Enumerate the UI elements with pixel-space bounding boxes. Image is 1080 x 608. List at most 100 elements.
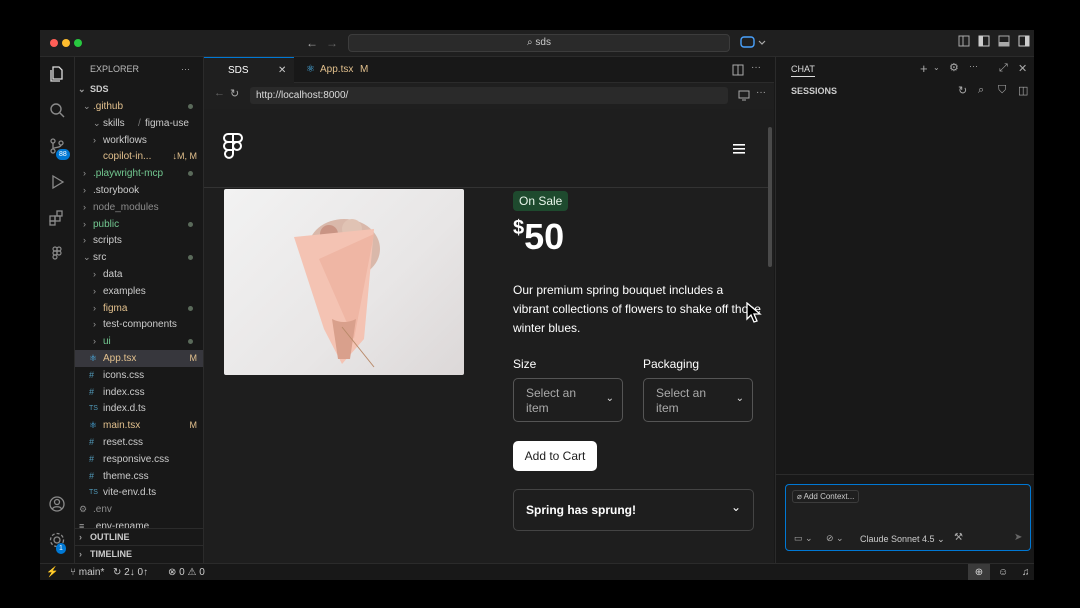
- close-tab-icon[interactable]: ✕: [278, 58, 286, 83]
- model-label: Claude Sonnet 4.5: [860, 534, 935, 544]
- search-icon[interactable]: [47, 101, 67, 121]
- status-dot: [188, 255, 193, 261]
- tree-item[interactable]: › workflows: [75, 132, 203, 149]
- tree-item[interactable]: › node_modules: [75, 199, 203, 216]
- size-select[interactable]: Select an item ⌄: [513, 378, 623, 422]
- copilot-status-icon[interactable]: ☺: [998, 564, 1008, 580]
- close-window-button[interactable]: [50, 39, 58, 47]
- send-icon[interactable]: ➤: [1014, 532, 1022, 543]
- tree-item[interactable]: › .storybook: [75, 182, 203, 199]
- more-actions-icon[interactable]: ···: [751, 62, 761, 73]
- outline-section[interactable]: › OUTLINE: [75, 528, 203, 546]
- tree-item[interactable]: # theme.css: [75, 468, 203, 485]
- settings-gear-icon[interactable]: ⚙: [949, 61, 959, 74]
- maximize-icon[interactable]: ⤢: [999, 62, 1008, 75]
- tree-item[interactable]: › test-components: [75, 316, 203, 333]
- tab-app-tsx[interactable]: ⚛ App.tsx M: [296, 57, 396, 82]
- zoom-icon[interactable]: ⊕: [968, 564, 990, 580]
- notifications-bell-icon[interactable]: ♫: [1022, 564, 1030, 580]
- workspace-root[interactable]: ⌄ SDS: [75, 81, 203, 98]
- command-center-search[interactable]: ⌕ sds: [348, 34, 730, 52]
- more-actions-icon[interactable]: ···: [756, 87, 766, 98]
- more-actions-icon[interactable]: ···: [181, 57, 190, 81]
- tree-item[interactable]: ⚛ App.tsx M: [75, 350, 203, 367]
- toggle-secondary-sidebar-icon[interactable]: [1018, 35, 1030, 51]
- back-arrow-icon[interactable]: ←: [214, 87, 225, 99]
- toggle-sidebar-icon[interactable]: ◫: [1018, 84, 1028, 97]
- forward-arrow-icon[interactable]: →: [326, 35, 338, 51]
- minimize-window-button[interactable]: [62, 39, 70, 47]
- extensions-icon[interactable]: [47, 209, 67, 229]
- reload-icon[interactable]: ↻: [230, 87, 239, 100]
- chevron-down-icon: ⌄: [83, 101, 91, 111]
- tree-item[interactable]: › figma: [75, 300, 203, 317]
- maximize-window-button[interactable]: [74, 39, 82, 47]
- tree-item[interactable]: › .playwright-mcp: [75, 165, 203, 182]
- customize-layout-icon[interactable]: [958, 35, 970, 51]
- tree-item[interactable]: › examples: [75, 283, 203, 300]
- more-actions-icon[interactable]: ···: [969, 61, 978, 71]
- tree-item[interactable]: ⚙ .env: [75, 501, 203, 518]
- accordion-spring[interactable]: Spring has sprung! ⌄: [513, 489, 754, 531]
- tree-item[interactable]: # reset.css: [75, 434, 203, 451]
- back-arrow-icon[interactable]: ←: [306, 35, 318, 51]
- branch-indicator[interactable]: ⑂ main*: [70, 564, 104, 580]
- chevron-down-icon[interactable]: ⌄: [933, 63, 940, 72]
- explorer-icon[interactable]: [47, 65, 67, 85]
- tree-item[interactable]: ⌄ skills / figma-use: [75, 115, 203, 132]
- new-chat-icon[interactable]: +: [920, 61, 928, 76]
- url-input[interactable]: http://localhost:8000/: [250, 87, 728, 104]
- toggle-primary-sidebar-icon[interactable]: [978, 35, 990, 51]
- tab-label: App.tsx: [320, 64, 354, 75]
- agent-mode-icon[interactable]: ▭ ⌄: [794, 533, 813, 544]
- copilot-icon[interactable]: [740, 34, 766, 54]
- timeline-section[interactable]: › TIMELINE: [75, 545, 203, 563]
- tree-item[interactable]: › public: [75, 216, 203, 233]
- configure-tools-icon[interactable]: ⚒: [954, 532, 963, 543]
- search-icon[interactable]: ⌕: [978, 84, 984, 97]
- tree-item[interactable]: › ui: [75, 333, 203, 350]
- tree-item[interactable]: TS index.d.ts: [75, 400, 203, 417]
- chat-panel: CHAT + ⌄ ⚙ ··· ⤢ ✕ SESSIONS ↻ ⌕ ⛉ ◫ ⌀ Ad…: [775, 57, 1034, 563]
- tree-item[interactable]: copilot-in... ↓M, M: [75, 148, 203, 165]
- toggle-panel-icon[interactable]: [998, 35, 1010, 51]
- close-icon[interactable]: ✕: [1018, 62, 1027, 75]
- ts-file-icon: TS: [89, 489, 98, 497]
- css-file-icon: #: [89, 470, 95, 481]
- run-debug-icon[interactable]: [47, 173, 67, 193]
- tab-sds[interactable]: SDS ✕: [204, 57, 294, 83]
- page-scrollbar[interactable]: [768, 127, 772, 267]
- tree-item[interactable]: # index.css: [75, 384, 203, 401]
- tree-item[interactable]: ⌄ src: [75, 249, 203, 266]
- tree-item[interactable]: › scripts: [75, 232, 203, 249]
- hamburger-menu-icon[interactable]: [733, 141, 745, 159]
- status-dot: [188, 339, 193, 345]
- figma-icon[interactable]: [47, 245, 67, 265]
- chat-tab[interactable]: CHAT: [791, 64, 815, 77]
- chat-input-box[interactable]: ⌀ Add Context... ▭ ⌄ ⊘ ⌄ Claude Sonnet 4…: [785, 484, 1031, 551]
- problems-indicator[interactable]: ⊗ 0 ⚠ 0: [168, 564, 205, 580]
- tree-item[interactable]: # icons.css: [75, 367, 203, 384]
- chevron-right-icon: ›: [83, 218, 86, 229]
- screencast-icon[interactable]: [738, 88, 750, 106]
- tree-item[interactable]: ⚛ main.tsx M: [75, 417, 203, 434]
- add-to-cart-button[interactable]: Add to Cart: [513, 441, 597, 471]
- model-picker[interactable]: Claude Sonnet 4.5 ⌄: [860, 534, 945, 545]
- tree-item[interactable]: › data: [75, 266, 203, 283]
- refresh-icon[interactable]: ↻: [958, 84, 967, 97]
- chevron-right-icon: ›: [83, 185, 86, 195]
- figma-logo-icon[interactable]: [222, 132, 244, 167]
- scm-badge: 88: [56, 149, 70, 160]
- tree-item[interactable]: ⌄ .github: [75, 98, 203, 115]
- tree-item[interactable]: # responsive.css: [75, 451, 203, 468]
- remote-icon[interactable]: ⚡: [46, 564, 58, 580]
- filter-icon[interactable]: ⛉: [998, 84, 1006, 97]
- split-editor-icon[interactable]: [732, 63, 744, 81]
- status-dot: [188, 171, 193, 177]
- account-icon[interactable]: [47, 495, 67, 515]
- tree-item[interactable]: TS vite-env.d.ts: [75, 484, 203, 501]
- tools-icon[interactable]: ⊘ ⌄: [826, 533, 844, 544]
- sync-indicator[interactable]: ↻ 2↓ 0↑: [113, 564, 148, 580]
- packaging-select[interactable]: Select an item ⌄: [643, 378, 753, 422]
- add-context-button[interactable]: ⌀ Add Context...: [792, 490, 860, 503]
